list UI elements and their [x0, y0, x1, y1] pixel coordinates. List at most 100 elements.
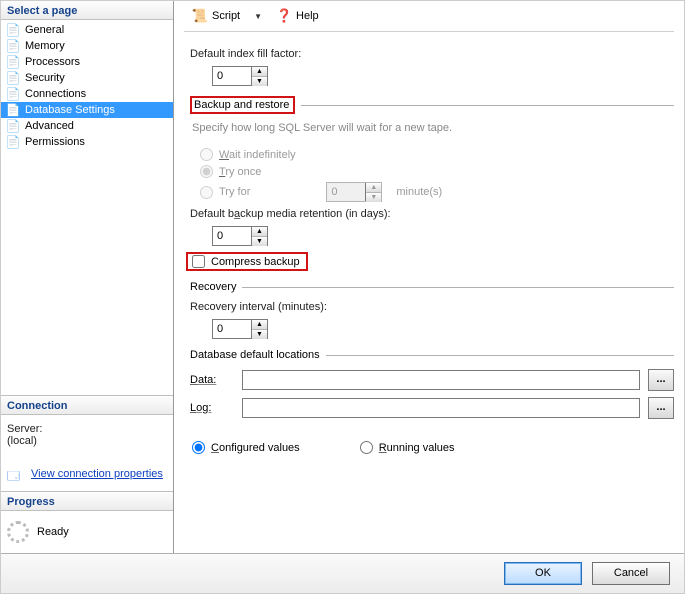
- spin-down-icon[interactable]: ▼: [252, 77, 267, 86]
- nav-label: Database Settings: [25, 104, 115, 116]
- spin-down-icon[interactable]: ▼: [252, 330, 267, 339]
- retention-label: Default backup media retention (in days)…: [190, 208, 450, 220]
- page-icon: 📄: [5, 134, 21, 150]
- divider: [301, 105, 674, 106]
- recovery-interval-input[interactable]: [213, 320, 251, 338]
- nav-label: Processors: [25, 56, 80, 68]
- server-value: (local): [7, 435, 167, 447]
- page-icon: 📄: [5, 54, 21, 70]
- recovery-interval-label: Recovery interval (minutes):: [190, 301, 380, 313]
- spin-up-icon[interactable]: ▲: [252, 67, 267, 77]
- configured-values-input[interactable]: [192, 441, 205, 454]
- nav-database-settings[interactable]: 📄 Database Settings: [1, 102, 173, 118]
- server-label: Server:: [7, 423, 167, 435]
- page-icon: 📄: [5, 38, 21, 54]
- retention-field[interactable]: ▲▼: [212, 226, 268, 246]
- spin-up-icon[interactable]: ▲: [252, 320, 267, 330]
- data-path-input[interactable]: [242, 370, 640, 390]
- nav-general[interactable]: 📄 General: [1, 22, 173, 38]
- help-icon: ❓: [276, 8, 292, 24]
- nav-security[interactable]: 📄 Security: [1, 70, 173, 86]
- spin-down-icon: ▼: [366, 193, 381, 202]
- nav-connections[interactable]: 📄 Connections: [1, 86, 173, 102]
- try-for-field: ▲▼: [326, 182, 382, 202]
- fill-factor-input[interactable]: [213, 67, 251, 85]
- recovery-interval-field[interactable]: ▲▼: [212, 319, 268, 339]
- try-for-unit: minute(s): [396, 186, 442, 198]
- nav-label: Connections: [25, 88, 86, 100]
- backup-restore-heading: Backup and restore: [194, 99, 289, 111]
- divider: [242, 287, 674, 288]
- help-button[interactable]: ❓ Help: [272, 7, 323, 25]
- connection-heading: Connection: [1, 396, 173, 415]
- try-once-text: ry once: [225, 166, 261, 178]
- try-for-input: [200, 186, 213, 199]
- progress-status: Ready: [37, 526, 69, 538]
- try-once-radio: Try once: [200, 165, 674, 178]
- nav-advanced[interactable]: 📄 Advanced: [1, 118, 173, 134]
- log-browse-button[interactable]: ...: [648, 397, 674, 419]
- view-connection-properties-link[interactable]: View connection properties: [31, 468, 163, 480]
- progress-spinner-icon: [7, 521, 29, 543]
- spin-down-icon[interactable]: ▼: [252, 237, 267, 246]
- wait-indefinitely-input: [200, 148, 213, 161]
- page-icon: 📄: [5, 86, 21, 102]
- select-a-page-heading: Select a page: [1, 1, 173, 20]
- nav-label: Memory: [25, 40, 65, 52]
- wait-indefinitely-radio: Wait indefinitely: [200, 148, 674, 161]
- compress-backup-label: Compress backup: [211, 256, 300, 268]
- try-for-text: Try for: [219, 186, 250, 198]
- locations-heading: Database default locations: [190, 349, 320, 361]
- backup-restore-highlight: Backup and restore: [190, 96, 295, 114]
- page-icon: 📄: [5, 70, 21, 86]
- nav-label: Advanced: [25, 120, 74, 132]
- right-pane: 📜 Script ▼ ❓ Help Default index fill fac…: [174, 1, 684, 553]
- ok-button[interactable]: OK: [504, 562, 582, 585]
- nav-label: General: [25, 24, 64, 36]
- toolbar: 📜 Script ▼ ❓ Help: [184, 7, 674, 32]
- progress-heading: Progress: [1, 492, 173, 511]
- try-once-input: [200, 165, 213, 178]
- script-icon: 📜: [192, 8, 208, 24]
- dialog-footer: OK Cancel: [1, 553, 684, 593]
- running-values-input[interactable]: [360, 441, 373, 454]
- data-path-label: Data:: [190, 374, 234, 386]
- script-label: Script: [212, 10, 240, 22]
- configured-values-radio[interactable]: Configured values: [192, 441, 300, 454]
- nav-label: Permissions: [25, 136, 85, 148]
- running-values-radio[interactable]: Running values: [360, 441, 455, 454]
- log-path-label: Log:: [190, 402, 234, 414]
- script-button[interactable]: 📜 Script: [188, 7, 244, 25]
- compress-backup-checkbox[interactable]: Compress backup: [192, 255, 300, 268]
- configured-values-text: onfigured values: [219, 442, 300, 454]
- spin-up-icon: ▲: [366, 183, 381, 193]
- left-pane: Select a page 📄 General 📄 Memory 📄 Proce…: [1, 1, 174, 553]
- connection-properties-icon: 🗔: [7, 467, 25, 481]
- help-label: Help: [296, 10, 319, 22]
- try-for-radio: Try for: [200, 186, 250, 199]
- nav-processors[interactable]: 📄 Processors: [1, 54, 173, 70]
- nav-permissions[interactable]: 📄 Permissions: [1, 134, 173, 150]
- fill-factor-label: Default index fill factor:: [190, 48, 380, 60]
- wait-indef-text: ait indefinitely: [229, 149, 296, 161]
- try-for-value-input: [327, 183, 365, 201]
- recovery-heading: Recovery: [190, 281, 236, 293]
- fill-factor-field[interactable]: ▲▼: [212, 66, 268, 86]
- divider: [326, 355, 674, 356]
- page-icon: 📄: [5, 22, 21, 38]
- page-icon: 📄: [5, 102, 21, 118]
- data-browse-button[interactable]: ...: [648, 369, 674, 391]
- cancel-button[interactable]: Cancel: [592, 562, 670, 585]
- running-values-text: unning values: [387, 442, 455, 454]
- compress-backup-highlight: Compress backup: [186, 252, 308, 271]
- spin-up-icon[interactable]: ▲: [252, 227, 267, 237]
- page-nav: 📄 General 📄 Memory 📄 Processors 📄 Securi…: [1, 20, 173, 150]
- page-icon: 📄: [5, 118, 21, 134]
- retention-input[interactable]: [213, 227, 251, 245]
- script-dropdown-icon[interactable]: ▼: [250, 12, 266, 21]
- compress-backup-input[interactable]: [192, 255, 205, 268]
- nav-memory[interactable]: 📄 Memory: [1, 38, 173, 54]
- backup-hint: Specify how long SQL Server will wait fo…: [192, 122, 674, 134]
- nav-label: Security: [25, 72, 65, 84]
- log-path-input[interactable]: [242, 398, 640, 418]
